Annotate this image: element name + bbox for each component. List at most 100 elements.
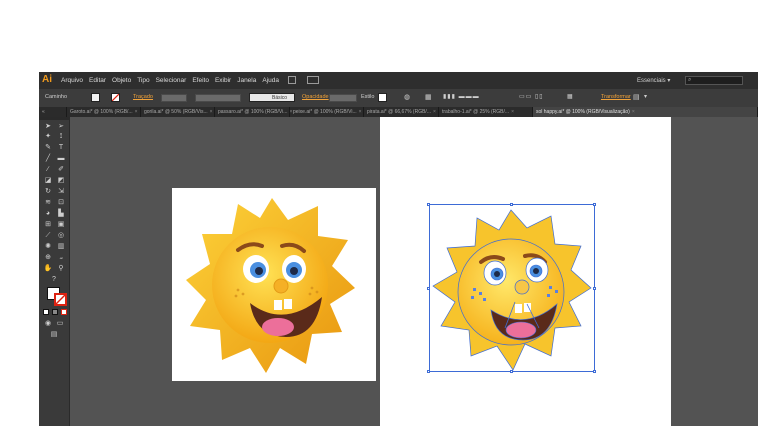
sun-illustration	[186, 198, 355, 373]
resize-handle-br[interactable]	[593, 370, 596, 373]
close-icon[interactable]: ×	[511, 109, 514, 115]
fill-swatch[interactable]	[91, 93, 100, 102]
tab-collapse[interactable]: «	[39, 107, 67, 117]
eraser-icon[interactable]: ◩	[56, 176, 66, 185]
type-icon[interactable]: T	[56, 143, 66, 152]
resize-handle-mr[interactable]	[593, 287, 596, 290]
menu-editar[interactable]: Editar	[89, 77, 106, 84]
tab-sol-happy[interactable]: sol happy.ai* @ 100% (RGB/Visualização) ×	[533, 107, 758, 117]
brush-icon[interactable]: ∕	[43, 165, 53, 174]
tab-gorila[interactable]: gorila.ai* @ 50% (RGB/Vis... ×	[141, 107, 215, 117]
perspective-icon[interactable]: ▙	[56, 209, 66, 218]
stroke-color-swatch[interactable]	[54, 293, 67, 306]
menu-exibir[interactable]: Exibir	[215, 77, 231, 84]
menu-list: Arquivo Editar Objeto Tipo Selecionar Ef…	[61, 72, 279, 89]
tools-panel-grip[interactable]	[39, 117, 69, 120]
rotate-icon[interactable]: ↻	[43, 187, 53, 196]
hand-icon[interactable]: ✋	[43, 264, 53, 273]
variable-width-dropdown[interactable]	[195, 94, 241, 102]
isolate-group-icon[interactable]: ▤	[633, 93, 640, 101]
illustrator-window: Ai Arquivo Editar Objeto Tipo Selecionar…	[39, 72, 758, 426]
resize-handle-tr[interactable]	[593, 203, 596, 206]
line-icon[interactable]: ╱	[43, 154, 53, 163]
help-icon[interactable]: ?	[49, 275, 59, 284]
menu-efeito[interactable]: Efeito	[192, 77, 209, 84]
menu-bar: Ai Arquivo Editar Objeto Tipo Selecionar…	[39, 72, 758, 89]
warp-icon[interactable]: ≋	[43, 198, 53, 207]
tab-trabalho[interactable]: trabalho-1.ai* @ 25% (RGB/... ×	[439, 107, 533, 117]
arrange-documents-icon[interactable]	[307, 76, 319, 84]
draw-mode-icon[interactable]: ◉	[43, 319, 53, 328]
transform-link[interactable]: Transformar	[601, 94, 631, 100]
blend-icon[interactable]: ◎	[56, 231, 66, 240]
stroke-link[interactable]: Traçado	[133, 94, 153, 100]
color-mode-icon[interactable]	[43, 309, 49, 315]
none-mode-icon[interactable]	[61, 309, 67, 315]
magic-wand-icon[interactable]: ✦	[43, 132, 53, 141]
align-buttons-group[interactable]: ▮▮▮ ▬▬▬	[443, 93, 480, 100]
tab-pirata[interactable]: pirata.ai* @ 66,67% (RGB/... ×	[364, 107, 439, 117]
recolor-artwork-icon[interactable]: ◍	[404, 93, 410, 101]
screen-mode-icon[interactable]: ▭	[55, 319, 65, 328]
canvas-area[interactable]	[70, 117, 758, 426]
artboard-icon[interactable]: ⊕	[43, 253, 53, 262]
selection-bounding-box[interactable]	[429, 204, 595, 372]
opacity-dropdown[interactable]	[329, 94, 357, 102]
distribute-buttons-group[interactable]: ▭▭ ▯▯	[519, 93, 544, 100]
free-transform-icon[interactable]: ⊡	[56, 198, 66, 207]
document-tabs: « Garoto.ai* @ 100% (RGB/... × gorila.ai*…	[39, 107, 758, 117]
pencil-icon[interactable]: ✐	[56, 165, 66, 174]
stroke-swatch[interactable]	[111, 93, 120, 102]
tab-peixe[interactable]: peixe.ai* @ 100% (RGB/Vi... ×	[290, 107, 364, 117]
reference-point-icon[interactable]: ▦	[567, 93, 573, 100]
rectangle-icon[interactable]: ▬	[56, 154, 66, 163]
lasso-icon[interactable]: ⟟	[56, 132, 66, 141]
change-screen-mode-icon[interactable]: ▤	[49, 330, 59, 339]
menu-tipo[interactable]: Tipo	[137, 77, 149, 84]
resize-handle-bm[interactable]	[510, 370, 513, 373]
pen-icon[interactable]: ✎	[43, 143, 53, 152]
blob-brush-icon[interactable]: ◪	[43, 176, 53, 185]
style-label: Estilo	[361, 94, 375, 100]
menu-janela[interactable]: Janela	[237, 77, 256, 84]
close-icon[interactable]: ×	[359, 109, 362, 115]
eyedropper-icon[interactable]: ⟋	[43, 231, 53, 240]
help-search-input[interactable]: ⌕	[685, 76, 743, 85]
close-icon[interactable]: ×	[433, 109, 436, 115]
search-icon: ⌕	[688, 77, 692, 83]
resize-handle-ml[interactable]	[427, 287, 430, 290]
resize-handle-tl[interactable]	[427, 203, 430, 206]
close-icon[interactable]: ×	[632, 109, 635, 115]
align-icon[interactable]: ▦	[425, 93, 432, 101]
panel-menu-icon[interactable]: ▾	[644, 93, 647, 100]
zoom-icon[interactable]: ⚲	[56, 264, 66, 273]
menu-arquivo[interactable]: Arquivo	[61, 77, 83, 84]
opacity-link[interactable]: Opacidade	[302, 94, 329, 100]
bridge-icon[interactable]	[288, 76, 296, 84]
close-icon[interactable]: ×	[135, 109, 138, 115]
tab-garoto[interactable]: Garoto.ai* @ 100% (RGB/... ×	[67, 107, 141, 117]
graph-icon[interactable]: ▥	[56, 242, 66, 251]
direct-selection-icon[interactable]: ➢	[56, 122, 66, 131]
resize-handle-bl[interactable]	[427, 370, 430, 373]
close-icon[interactable]: ×	[210, 109, 213, 115]
tab-passaro[interactable]: passaro.ai* @ 100% (RGB/Vi... ×	[215, 107, 292, 117]
symbol-sprayer-icon[interactable]: ✺	[43, 242, 53, 251]
mesh-icon[interactable]: ⊞	[43, 220, 53, 229]
gradient-mode-icon[interactable]	[52, 309, 58, 315]
resize-handle-tm[interactable]	[510, 203, 513, 206]
graphic-style-swatch[interactable]	[378, 93, 387, 102]
gradient-icon[interactable]: ▣	[56, 220, 66, 229]
selected-artwork[interactable]	[427, 203, 597, 376]
menu-objeto[interactable]: Objeto	[112, 77, 131, 84]
menu-ajuda[interactable]: Ajuda	[262, 77, 279, 84]
brush-definition-dropdown[interactable]: Básico	[249, 93, 295, 102]
slice-icon[interactable]: ⟓	[56, 253, 66, 262]
reference-image[interactable]	[172, 188, 376, 381]
workspace-switcher[interactable]: Essenciais ▾	[637, 77, 670, 84]
shape-builder-icon[interactable]: ◕	[43, 209, 53, 218]
menu-selecionar[interactable]: Selecionar	[156, 77, 187, 84]
selection-icon[interactable]: ➤	[43, 122, 53, 131]
scale-icon[interactable]: ⇲	[56, 187, 66, 196]
stroke-weight-dropdown[interactable]	[161, 94, 187, 102]
